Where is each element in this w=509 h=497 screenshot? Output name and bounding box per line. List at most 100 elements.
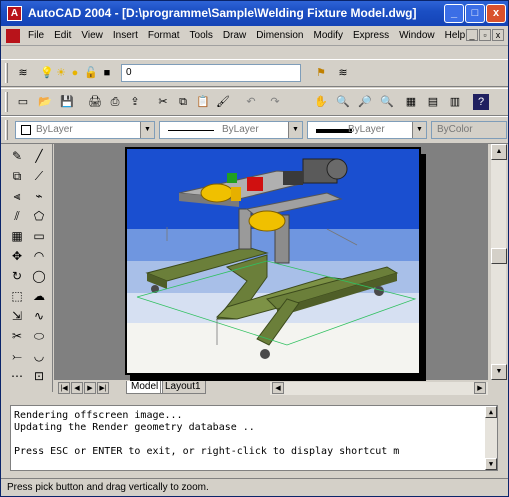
chevron-down-icon[interactable]: ▼ <box>288 122 302 138</box>
menu-express[interactable]: Express <box>353 30 389 41</box>
ellipse-arc-icon[interactable]: ◡ <box>31 348 47 364</box>
lineweight-control-dropdown[interactable]: ByLayer ▼ <box>307 121 427 139</box>
color-control-dropdown[interactable]: ByLayer ▼ <box>15 121 155 139</box>
toolbar-grip[interactable] <box>5 92 8 112</box>
break-icon[interactable]: ⋯ <box>9 368 25 384</box>
plotstyle-control-dropdown[interactable]: ByColor <box>431 121 507 139</box>
move-icon[interactable]: ✥ <box>9 248 25 264</box>
tab-layout1[interactable]: Layout1 <box>160 381 206 394</box>
design-center-icon[interactable]: ▤ <box>425 94 441 110</box>
scroll-thumb[interactable] <box>491 248 507 264</box>
rectangle-icon[interactable]: ▭ <box>31 228 47 244</box>
autocad-app-icon[interactable]: A <box>7 6 22 21</box>
tab-model[interactable]: Model <box>126 381 164 394</box>
array-icon[interactable]: ▦ <box>9 228 25 244</box>
menu-dimension[interactable]: Dimension <box>256 30 303 41</box>
revision-cloud-icon[interactable]: ☁ <box>31 288 47 304</box>
layer-color-icon[interactable]: ■ <box>99 65 115 81</box>
menu-modify[interactable]: Modify <box>314 30 343 41</box>
polygon-icon[interactable]: ⬠ <box>31 208 47 224</box>
stretch-icon[interactable]: ⇲ <box>9 308 25 324</box>
layer-unlock-icon[interactable]: 🔓 <box>83 65 99 81</box>
vertical-scrollbar[interactable]: ▲ ▼ <box>490 144 507 380</box>
properties-icon[interactable]: ▦ <box>403 94 419 110</box>
new-file-icon[interactable]: ▭ <box>15 94 31 110</box>
layer-dropdown[interactable]: 0 <box>121 64 301 82</box>
linetype-control-dropdown[interactable]: ByLayer ▼ <box>159 121 303 139</box>
chevron-down-icon[interactable]: ▼ <box>412 122 426 138</box>
insert-block-icon[interactable]: ⊡ <box>31 368 47 384</box>
arc-icon[interactable]: ◠ <box>31 248 47 264</box>
document-icon[interactable] <box>6 29 20 43</box>
scroll-down-arrow-icon[interactable]: ▼ <box>491 364 507 380</box>
undo-icon[interactable]: ↶ <box>243 94 259 110</box>
prev-tab-icon[interactable]: ◀ <box>71 382 83 394</box>
cut-icon[interactable]: ✂ <box>155 94 171 110</box>
title-bar[interactable]: A AutoCAD 2004 - [D:\programme\Sample\We… <box>1 1 508 26</box>
menu-file[interactable]: File <box>28 30 44 41</box>
help-icon[interactable]: ? <box>473 94 489 110</box>
menu-tools[interactable]: Tools <box>190 30 213 41</box>
copy-icon[interactable]: ⧉ <box>175 94 191 110</box>
scroll-up-arrow-icon[interactable]: ▲ <box>485 406 497 418</box>
menu-window[interactable]: Window <box>399 30 435 41</box>
spline-icon[interactable]: ∿ <box>31 308 47 324</box>
rotate-icon[interactable]: ↻ <box>9 268 25 284</box>
make-layer-current-icon[interactable]: ⚑ <box>313 65 329 81</box>
scroll-up-arrow-icon[interactable]: ▲ <box>491 144 507 160</box>
next-tab-icon[interactable]: ▶ <box>84 382 96 394</box>
line-icon[interactable]: ╱ <box>31 148 47 164</box>
erase-icon[interactable]: ✎ <box>9 148 25 164</box>
circle-icon[interactable]: ◯ <box>31 268 47 284</box>
scale-icon[interactable]: ⬚ <box>9 288 25 304</box>
mirror-icon[interactable]: ⫷ <box>9 188 25 204</box>
layer-manager-icon[interactable]: ≋ <box>15 65 31 81</box>
mdi-minimize-button[interactable]: _ <box>466 29 478 41</box>
trim-icon[interactable]: ✂ <box>9 328 25 344</box>
command-window[interactable]: Rendering offscreen image... Updating th… <box>10 405 498 471</box>
mdi-restore-button[interactable]: ▫ <box>479 29 491 41</box>
zoom-window-icon[interactable]: 🔎 <box>357 94 373 110</box>
paste-icon[interactable]: 📋 <box>195 94 211 110</box>
copy-object-icon[interactable]: ⧉ <box>9 168 25 184</box>
menu-draw[interactable]: Draw <box>223 30 246 41</box>
menu-format[interactable]: Format <box>148 30 180 41</box>
first-tab-icon[interactable]: |◀ <box>58 382 70 394</box>
pan-realtime-icon[interactable]: ✋ <box>313 94 329 110</box>
construction-line-icon[interactable]: ⟋ <box>31 168 47 184</box>
drawing-area[interactable] <box>54 144 488 382</box>
horizontal-scrollbar[interactable]: ◀ ▶ <box>270 382 488 395</box>
open-file-icon[interactable]: 📂 <box>37 94 53 110</box>
publish-icon[interactable]: ⇪ <box>127 94 143 110</box>
scroll-left-arrow-icon[interactable]: ◀ <box>272 382 284 394</box>
layer-previous-icon[interactable]: ≋ <box>335 65 351 81</box>
toolbar-grip[interactable] <box>5 120 8 140</box>
menu-help[interactable]: Help <box>445 30 466 41</box>
offset-icon[interactable]: ⫽ <box>9 208 25 224</box>
mdi-close-button[interactable]: x <box>492 29 504 41</box>
polyline-icon[interactable]: ⌁ <box>31 188 47 204</box>
match-properties-icon[interactable]: 🖌 <box>215 94 231 110</box>
maximize-button[interactable]: □ <box>465 4 485 23</box>
zoom-previous-icon[interactable]: 🔍 <box>379 94 395 110</box>
chevron-down-icon[interactable]: ▼ <box>140 122 154 138</box>
zoom-realtime-icon[interactable]: 🔍 <box>335 94 351 110</box>
plot-icon[interactable]: 🖨 <box>87 94 103 110</box>
command-scrollbar[interactable]: ▲ ▼ <box>485 406 497 470</box>
close-button[interactable]: x <box>486 4 506 23</box>
minimize-button[interactable]: _ <box>444 4 464 23</box>
toolbar-grip[interactable] <box>5 63 8 83</box>
extend-icon[interactable]: ⤚ <box>9 348 25 364</box>
ellipse-icon[interactable]: ⬭ <box>31 328 47 344</box>
redo-icon[interactable]: ↷ <box>267 94 283 110</box>
menu-edit[interactable]: Edit <box>54 30 71 41</box>
plot-preview-icon[interactable]: ⎙ <box>107 94 123 110</box>
last-tab-icon[interactable]: ▶| <box>97 382 109 394</box>
save-icon[interactable]: 💾 <box>59 94 75 110</box>
scroll-down-arrow-icon[interactable]: ▼ <box>485 458 497 470</box>
scroll-right-arrow-icon[interactable]: ▶ <box>474 382 486 394</box>
layer-viewport-icon[interactable]: ● <box>67 65 83 81</box>
menu-view[interactable]: View <box>81 30 103 41</box>
menu-insert[interactable]: Insert <box>113 30 138 41</box>
tool-palettes-icon[interactable]: ▥ <box>447 94 463 110</box>
